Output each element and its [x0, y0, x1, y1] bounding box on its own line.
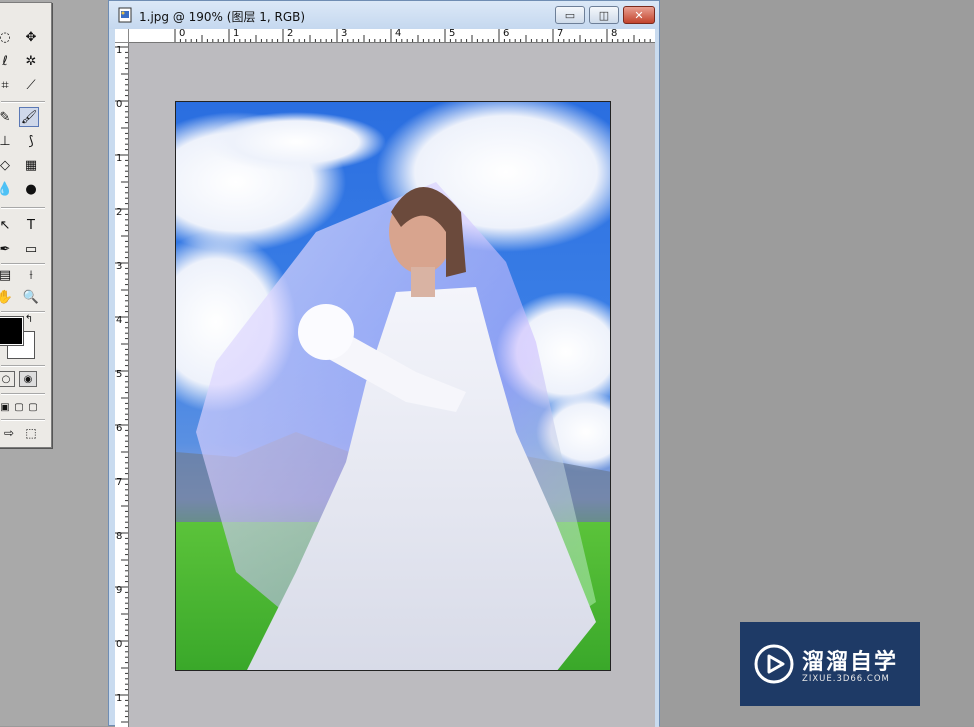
ruler-label: 4: [395, 29, 402, 39]
swap-colors-icon[interactable]: ↰: [23, 313, 35, 325]
bride-photo-canvas[interactable]: [175, 101, 611, 671]
ruler-label: 0: [116, 99, 123, 110]
toolbox-divider: [1, 207, 45, 209]
document-title-bar[interactable]: 1.jpg @ 190% (图层 1, RGB) ▭ ◫ ✕: [109, 1, 659, 29]
maximize-button[interactable]: ◫: [589, 6, 619, 24]
ruler-label: 5: [116, 369, 123, 380]
ruler-label: 1: [233, 29, 240, 39]
healing-brush-icon[interactable]: ✎: [0, 107, 15, 127]
marquee-icon[interactable]: ◌: [0, 27, 15, 47]
ruler-label: 5: [449, 29, 456, 39]
watermark-text: 溜溜自学: [802, 650, 899, 675]
blur-icon[interactable]: 💧: [0, 179, 15, 199]
slice-icon[interactable]: ⟋: [21, 75, 41, 95]
ruler-label: 2: [116, 207, 123, 218]
quick-mask-icon[interactable]: ◉: [19, 371, 37, 387]
ruler-origin[interactable]: [115, 29, 129, 43]
photoshop-document-icon: [118, 7, 132, 23]
ruler-label: 1: [116, 693, 123, 704]
vertical-ruler-ticks: [115, 46, 128, 723]
shape-icon[interactable]: ▭: [21, 239, 41, 259]
ruler-label: 8: [611, 29, 618, 39]
close-button[interactable]: ✕: [623, 6, 655, 24]
toolbox-divider: [1, 365, 45, 367]
notes-icon[interactable]: ▤: [0, 265, 15, 285]
screen-mode-full-icon[interactable]: ▢: [23, 397, 43, 417]
hand-icon[interactable]: ✋: [0, 287, 15, 307]
ruler-label: 8: [116, 531, 123, 542]
ruler-label: 3: [341, 29, 348, 39]
ruler-label: 0: [179, 29, 186, 39]
horizontal-ruler[interactable]: 0 1 2 3 4 5 6 7 8: [129, 29, 655, 43]
lasso-icon[interactable]: ℓ: [0, 51, 15, 71]
eraser-icon[interactable]: ◇: [0, 155, 15, 175]
move-icon[interactable]: ✥: [21, 27, 41, 47]
minimize-button[interactable]: ▭: [555, 6, 585, 24]
ruler-label: 6: [503, 29, 510, 39]
toolbox-panel: ◌ ✥ ℓ ✲ ⌗ ⟋ ✎ 🖌 ⊥ ⟆ ◇ ▦ 💧 ● ↖ T ✒ ▭ ▤ ⟊ …: [0, 2, 52, 448]
watermark-subtext: ZIXUE.3D66.COM: [802, 674, 890, 684]
document-title: 1.jpg @ 190% (图层 1, RGB): [139, 10, 306, 24]
history-brush-icon[interactable]: ⟆: [21, 131, 41, 151]
document-window: 1.jpg @ 190% (图层 1, RGB) ▭ ◫ ✕ 0 1 2 3 4…: [108, 0, 660, 727]
toolbox-divider: [1, 419, 45, 421]
imageready-icon[interactable]: ⬚: [21, 423, 41, 443]
ruler-label: 0: [116, 639, 123, 650]
zoom-icon[interactable]: 🔍: [21, 287, 41, 307]
workspace-background-right: [660, 0, 974, 726]
path-select-icon[interactable]: ↖: [0, 215, 15, 235]
watermark-logo: 溜溜自学 ZIXUE.3D66.COM: [740, 622, 920, 706]
ruler-label: 9: [116, 585, 123, 596]
magic-wand-icon[interactable]: ✲: [21, 51, 41, 71]
gradient-icon[interactable]: ▦: [21, 155, 41, 175]
ruler-label: 4: [116, 315, 123, 326]
ruler-label: 3: [116, 261, 123, 272]
brush-icon[interactable]: 🖌: [19, 107, 39, 127]
toolbox-divider: [1, 393, 45, 395]
pen-icon[interactable]: ✒: [0, 239, 15, 259]
ruler-label: 7: [557, 29, 564, 39]
stamp-icon[interactable]: ⊥: [0, 131, 15, 151]
dodge-icon[interactable]: ●: [21, 179, 41, 199]
vertical-ruler[interactable]: 1 0 1 2 3 4 5 6 7 8 9 0 1: [115, 43, 129, 727]
crop-icon[interactable]: ⌗: [0, 75, 15, 95]
ruler-label: 7: [116, 477, 123, 488]
window-right-border: [655, 29, 659, 727]
standard-mode-icon[interactable]: ○: [0, 371, 15, 387]
ruler-label: 1: [116, 45, 123, 56]
ruler-label: 6: [116, 423, 123, 434]
ruler-label: 1: [116, 153, 123, 164]
foreground-color-swatch[interactable]: [0, 316, 24, 346]
bride-photo: [176, 102, 610, 670]
eyedropper-icon[interactable]: ⟊: [21, 265, 41, 285]
canvas-area[interactable]: [129, 43, 655, 727]
toolbox-divider: [1, 101, 45, 103]
type-icon[interactable]: T: [21, 215, 41, 235]
horizontal-ruler-ticks: [174, 29, 651, 42]
play-logo-icon: [754, 644, 794, 684]
ruler-label: 2: [287, 29, 294, 39]
jump-to-imageready-icon[interactable]: ⇨: [0, 423, 19, 443]
